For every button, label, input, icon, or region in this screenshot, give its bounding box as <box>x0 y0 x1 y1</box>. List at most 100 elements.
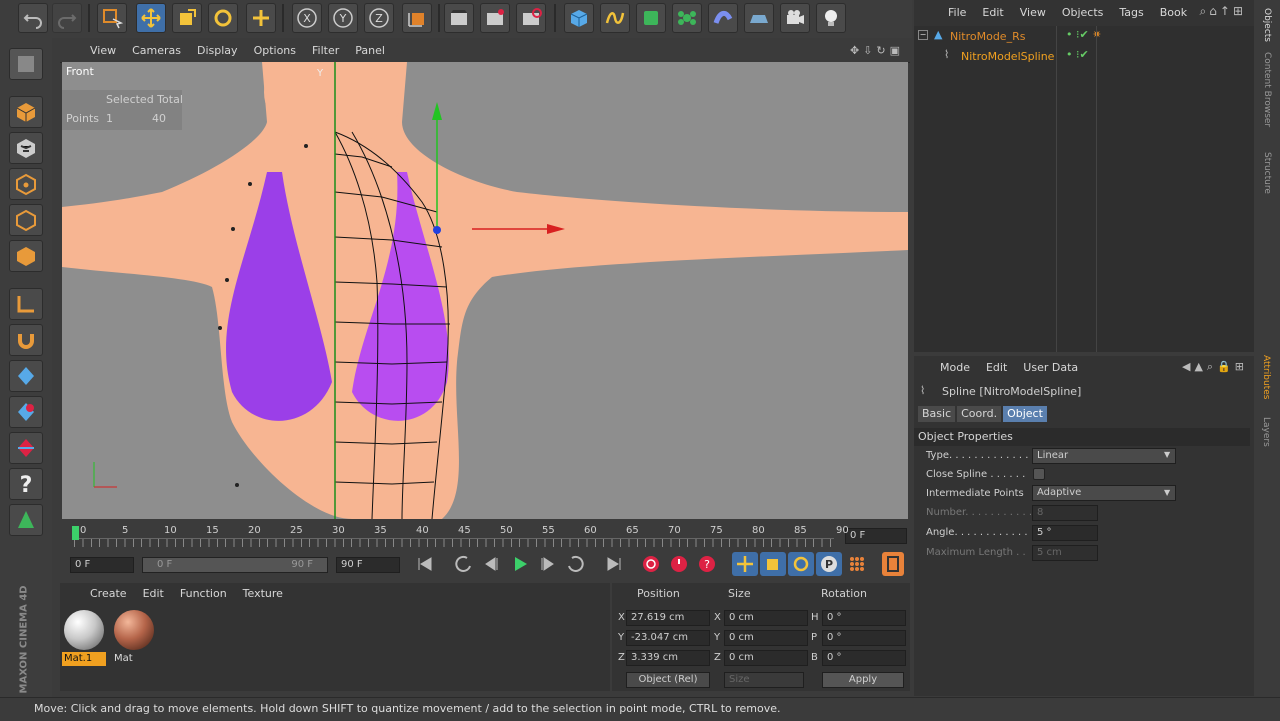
attr-menu-userdata[interactable]: User Data <box>1015 358 1086 378</box>
undo-icon[interactable] <box>18 3 48 33</box>
key-pla-icon[interactable] <box>844 552 870 576</box>
y-axis-icon[interactable]: Y <box>328 3 358 33</box>
prev-key-icon[interactable] <box>450 552 476 576</box>
x-axis-icon[interactable]: X <box>292 3 322 33</box>
frame-range-slider[interactable]: 0 F 90 F <box>142 557 328 573</box>
cube-primitive-icon[interactable] <box>564 3 594 33</box>
tab-layers[interactable]: Layers <box>1261 417 1271 457</box>
tab-attributes[interactable]: Attributes <box>1261 355 1271 415</box>
obj-menu-objects[interactable]: Objects <box>1054 3 1112 23</box>
obj-menu-file[interactable]: File <box>940 3 974 23</box>
make-editable-icon[interactable] <box>9 48 43 80</box>
next-key-icon[interactable] <box>563 552 589 576</box>
object-row[interactable]: ⌇ NitroModelSpline • ⁝✔ <box>918 48 1248 66</box>
prev-frame-icon[interactable] <box>478 552 504 576</box>
move-tool-icon[interactable] <box>136 3 166 33</box>
rotation-b-field[interactable]: 0 ° <box>822 650 906 666</box>
tab-content-browser[interactable]: Content Browser <box>1262 52 1272 142</box>
nurbs-icon[interactable] <box>636 3 666 33</box>
mat-menu-edit[interactable]: Edit <box>135 584 172 604</box>
render-view-icon[interactable] <box>444 3 474 33</box>
model-mode-icon[interactable] <box>9 96 43 128</box>
record-icon[interactable] <box>638 552 664 576</box>
key-rotation-icon[interactable] <box>788 552 814 576</box>
attr-menu-edit[interactable]: Edit <box>978 358 1015 378</box>
type-select[interactable]: Linear <box>1032 448 1176 464</box>
obj-search-icon[interactable]: ⌕⌂↑⊞ <box>1200 4 1246 19</box>
mat-menu-create[interactable]: Create <box>82 584 135 604</box>
rotate-tool-icon[interactable] <box>208 3 238 33</box>
array-icon[interactable] <box>672 3 702 33</box>
position-x-field[interactable]: 27.619 cm <box>626 610 710 626</box>
obj-menu-bookmarks[interactable]: Book <box>1152 3 1195 23</box>
attr-nav-icons[interactable]: ◀▲⌕🔒⊞ <box>1182 360 1248 374</box>
size-y-field[interactable]: 0 cm <box>724 630 808 646</box>
locked-workplane-icon[interactable] <box>9 396 43 428</box>
obj-menu-tags[interactable]: Tags <box>1111 3 1151 23</box>
workplane-icon[interactable] <box>9 360 43 392</box>
next-frame-icon[interactable] <box>535 552 561 576</box>
z-axis-icon[interactable]: Z <box>364 3 394 33</box>
menu-cameras[interactable]: Cameras <box>124 41 189 61</box>
axis-mode-icon[interactable] <box>9 288 43 320</box>
autokey-icon[interactable] <box>666 552 692 576</box>
intermediate-points-select[interactable]: Adaptive <box>1032 485 1176 501</box>
menu-display[interactable]: Display <box>189 41 246 61</box>
position-y-field[interactable]: -23.047 cm <box>626 630 710 646</box>
play-icon[interactable] <box>507 552 533 576</box>
deformer-icon[interactable] <box>708 3 738 33</box>
tab-structure[interactable]: Structure <box>1262 152 1272 202</box>
angle-field[interactable]: 5 ° <box>1032 525 1098 541</box>
goto-end-icon[interactable] <box>601 552 627 576</box>
current-frame-field[interactable]: 0 F <box>845 528 907 544</box>
size-x-field[interactable]: 0 cm <box>724 610 808 626</box>
spline-primitive-icon[interactable] <box>600 3 630 33</box>
goto-start-icon[interactable] <box>412 552 438 576</box>
timeline[interactable]: 0 F <box>60 520 912 548</box>
live-selection-icon[interactable] <box>97 3 127 33</box>
position-z-field[interactable]: 3.339 cm <box>626 650 710 666</box>
viewport[interactable]: Front Y Selected Total Points 1 40 <box>62 62 908 519</box>
menu-panel[interactable]: Panel <box>347 41 393 61</box>
size-mode-select[interactable]: Size <box>724 672 804 688</box>
menu-view[interactable]: View <box>82 41 124 61</box>
timeline-layout-icon[interactable] <box>882 552 904 576</box>
polygons-mode-icon[interactable] <box>9 240 43 272</box>
key-position-icon[interactable] <box>732 552 758 576</box>
recent-tool-icon[interactable] <box>246 3 276 33</box>
close-spline-checkbox[interactable] <box>1033 468 1045 480</box>
render-picture-viewer-icon[interactable] <box>480 3 510 33</box>
attr-menu-mode[interactable]: Mode <box>932 358 978 378</box>
attr-tab-object[interactable]: Object <box>1003 406 1047 422</box>
attr-tab-basic[interactable]: Basic <box>918 406 956 422</box>
camera-icon[interactable] <box>780 3 810 33</box>
apply-button[interactable]: Apply <box>822 672 904 688</box>
menu-filter[interactable]: Filter <box>304 41 347 61</box>
mat-menu-function[interactable]: Function <box>172 584 235 604</box>
coordinate-system-icon[interactable] <box>402 3 432 33</box>
render-settings-icon[interactable] <box>516 3 546 33</box>
end-frame-field[interactable]: 90 F <box>336 557 400 573</box>
help-icon[interactable]: ? <box>9 468 43 500</box>
obj-menu-edit[interactable]: Edit <box>974 3 1011 23</box>
rotation-h-field[interactable]: 0 ° <box>822 610 906 626</box>
mat-menu-texture[interactable]: Texture <box>235 584 291 604</box>
menu-options[interactable]: Options <box>246 41 304 61</box>
coordinate-mode-select[interactable]: Object (Rel) <box>626 672 710 688</box>
planar-workplane-icon[interactable] <box>9 432 43 464</box>
rotation-p-field[interactable]: 0 ° <box>822 630 906 646</box>
tab-objects[interactable]: Objects <box>1262 8 1272 58</box>
edges-mode-icon[interactable] <box>9 204 43 236</box>
size-z-field[interactable]: 0 cm <box>724 650 808 666</box>
key-parameter-icon[interactable]: P <box>816 552 842 576</box>
redo-icon[interactable] <box>52 3 82 33</box>
material-swatch[interactable]: Mat.1 <box>62 608 106 666</box>
texture-mode-icon[interactable] <box>9 132 43 164</box>
obj-menu-view[interactable]: View <box>1012 3 1054 23</box>
viewport-nav-icons[interactable]: ✥⇩↻▣ <box>850 44 904 57</box>
expand-icon[interactable]: − <box>918 30 928 40</box>
material-swatch[interactable]: Mat <box>112 608 156 664</box>
attr-tab-coord[interactable]: Coord. <box>957 406 1002 422</box>
floor-icon[interactable] <box>744 3 774 33</box>
start-frame-field[interactable]: 0 F <box>70 557 134 573</box>
